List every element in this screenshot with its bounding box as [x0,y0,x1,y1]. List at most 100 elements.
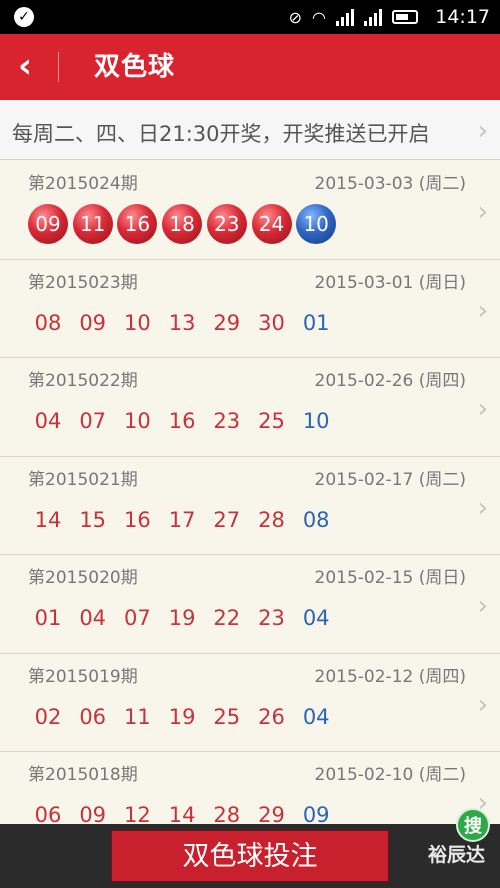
blue-number: 10 [302,409,330,433]
red-number: 17 [168,507,196,532]
draw-issue: 第2015019期 [28,666,138,687]
red-number: 07 [124,606,151,630]
chevron-right-icon: › [477,295,488,326]
draw-date: 2015-02-17 (周二) [314,469,466,490]
red-number: 28 [258,507,285,532]
wifi-icon: ◠ [312,7,326,27]
notice-text: 每周二、四、日21:30开奖，开奖推送已开启 [12,122,430,146]
red-number: 11 [124,704,151,729]
red-number: 29 [213,310,241,335]
draw-issue: 第2015020期 [28,568,138,588]
draw-issue: 第2015023期 [28,272,138,293]
draw-issue: 第2015024期 [28,174,138,194]
title-bar: ‹ 双色球 [0,34,500,100]
red-number: 09 [79,310,107,335]
draw-date: 2015-03-03 (周二) [314,174,466,194]
chevron-right-icon: › [477,394,488,424]
red-number: 19 [168,606,196,630]
search-badge-icon[interactable]: 搜 [456,808,490,842]
draw-row[interactable]: 第2015022期 2015-02-26 (周四) › 04 07 10 16 23 25 10 [0,358,500,457]
red-number: 13 [168,310,196,335]
draw-row[interactable]: 第2015019期 2015-02-12 (周四) › 02 06 11 19 25 26 04 [0,653,500,752]
chevron-left-icon[interactable]: ‹ [18,46,32,86]
draw-issue: 第2015018期 [28,765,138,785]
red-number: 01 [34,606,62,630]
signal-icon-2 [364,8,382,26]
blue-number: 04 [302,704,330,729]
draw-numbers: 01 04 07 19 22 23 04 [28,598,348,636]
check-icon: ✓ [14,7,34,27]
blue-ball: 10 [296,204,337,244]
red-number: 08 [34,310,62,335]
draw-numbers: 02 06 11 19 25 26 04 [28,697,348,735]
draw-row[interactable]: 第2015020期 2015-02-15 (周日) › 01 04 07 19 22 23 04 [0,555,500,654]
draw-numbers: 04 07 10 16 23 25 10 [28,401,348,439]
draw-numbers: 09 11 16 18 23 24 10 [28,204,348,244]
red-number: 06 [79,704,107,729]
red-number: 10 [124,310,151,335]
mute-icon: ⊘ [288,7,303,27]
draw-numbers: 14 15 16 17 27 28 08 [28,500,348,538]
red-number: 23 [258,606,285,630]
blue-number: 09 [302,803,330,824]
draw-issue: 第2015021期 [28,469,138,490]
red-number: 27 [213,507,241,532]
draw-row[interactable]: 第2015024期 2015-03-03 (周二) › 09 11 16 18 23 24 10 [0,161,500,260]
red-number: 29 [258,803,285,824]
draw-list[interactable]: 第2015024期 2015-03-03 (周二) › 09 11 16 18 23 24 10 第… [0,161,500,824]
red-number: 15 [79,507,107,532]
red-number: 10 [124,409,151,433]
red-number: 02 [34,704,62,729]
red-ball: 16 [117,204,158,244]
bottom-bar: 双色球投注 [0,824,500,888]
status-time: 14:17 [435,6,490,28]
red-number: 04 [34,409,62,433]
draw-numbers: 08 09 10 13 29 30 01 [28,303,348,341]
red-number: 07 [79,409,107,433]
draw-row[interactable]: 第2015018期 2015-02-10 (周二) › 06 09 12 14 28 29 09 [0,752,500,824]
red-ball: 11 [72,204,113,244]
chevron-right-icon: › [477,197,488,227]
red-ball: 24 [251,204,292,244]
draw-numbers: 06 09 12 14 28 29 09 [28,795,348,824]
red-number: 22 [213,606,241,630]
draw-schedule-notice[interactable]: 每周二、四、日21:30开奖，开奖推送已开启 › [0,100,500,160]
red-number: 14 [168,803,196,824]
chevron-right-icon: › [477,591,488,621]
blue-number: 08 [302,507,330,532]
red-number: 16 [124,507,151,532]
red-number: 25 [213,704,241,729]
red-number: 19 [168,704,196,729]
bet-button[interactable]: 双色球投注 [111,830,389,882]
draw-date: 2015-02-12 (周四) [314,666,466,687]
signal-icon [336,8,354,26]
red-number: 16 [168,409,196,433]
draw-date: 2015-02-10 (周二) [314,765,466,785]
draw-row[interactable]: 第2015023期 2015-03-01 (周日) › 08 09 10 13 29 30 01 [0,259,500,358]
red-number: 06 [34,803,62,824]
title-divider [58,52,59,82]
battery-icon [392,10,418,24]
draw-issue: 第2015022期 [28,371,138,391]
blue-number: 01 [302,310,330,335]
draw-date: 2015-02-15 (周日) [314,568,466,588]
red-number: 26 [258,704,285,729]
red-number: 09 [79,803,107,824]
red-number: 25 [258,409,285,433]
red-ball: 23 [206,204,247,244]
chevron-right-icon: › [477,116,488,146]
red-number: 12 [124,803,151,824]
chevron-right-icon: › [477,689,488,720]
red-number: 14 [34,507,62,532]
status-icons: ⊘ ◠ [289,7,418,27]
draw-date: 2015-02-26 (周四) [314,371,466,391]
red-number: 04 [79,606,107,630]
red-number: 30 [258,310,285,335]
red-number: 28 [213,803,241,824]
blue-number: 04 [302,606,330,630]
draw-date: 2015-03-01 (周日) [314,272,466,293]
chevron-right-icon: › [477,492,488,523]
watermark: 裕辰达 [428,844,486,866]
draw-row[interactable]: 第2015021期 2015-02-17 (周二) › 14 15 16 17 27 28 08 [0,456,500,555]
page-title: 双色球 [94,52,176,82]
